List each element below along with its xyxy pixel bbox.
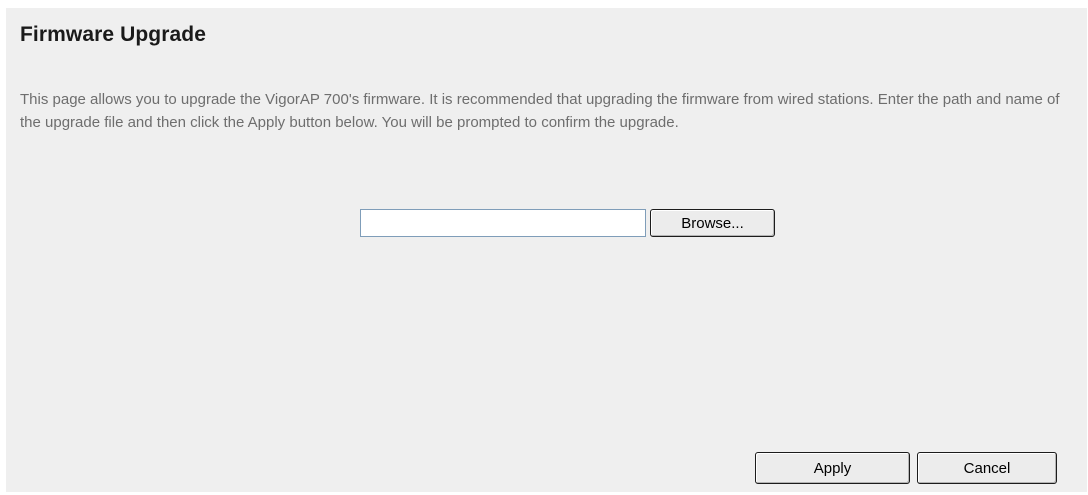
cancel-button[interactable]: Cancel	[917, 452, 1057, 484]
firmware-file-path-input[interactable]	[360, 209, 646, 237]
browse-button[interactable]: Browse...	[650, 209, 775, 237]
page-root: Firmware Upgrade This page allows you to…	[0, 0, 1088, 495]
page-description: This page allows you to upgrade the Vigo…	[20, 91, 1060, 131]
page-title: Firmware Upgrade	[20, 23, 206, 46]
apply-button[interactable]: Apply	[755, 452, 910, 484]
firmware-upgrade-panel: Firmware Upgrade This page allows you to…	[6, 8, 1087, 492]
